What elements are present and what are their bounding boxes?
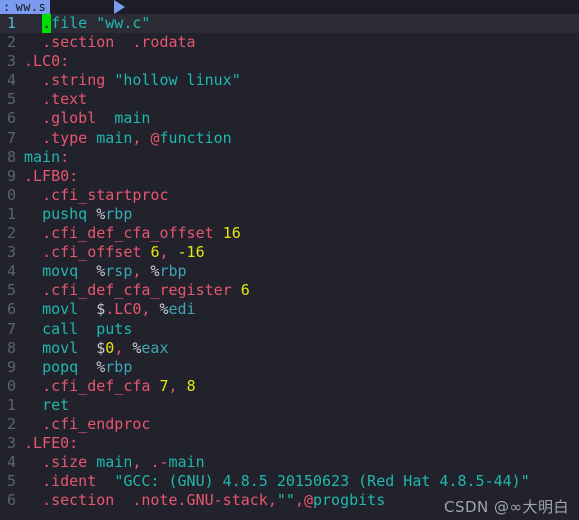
code-line[interactable]: 8 movl $0, %eax bbox=[0, 339, 579, 358]
tab-bar: : ww.s bbox=[0, 0, 579, 14]
code-line[interactable]: 0 .cfi_startproc bbox=[0, 186, 579, 205]
code-line[interactable]: 9 popq %rbp bbox=[0, 358, 579, 377]
code-text[interactable]: call puts bbox=[19, 320, 579, 339]
code-line[interactable]: 4 .string "hollow linux" bbox=[0, 71, 579, 90]
code-text[interactable]: .cfi_def_cfa_register 6 bbox=[19, 281, 579, 300]
code-text[interactable]: movl $.LC0, %edi bbox=[19, 300, 579, 319]
line-number: 9 bbox=[6, 166, 16, 185]
tab-ww-s[interactable]: : ww.s bbox=[0, 0, 51, 14]
line-number: 7 bbox=[6, 128, 16, 147]
code-line[interactable]: 7 .type main, @function bbox=[0, 129, 579, 148]
code-text[interactable]: .size main, .-main bbox=[19, 453, 579, 472]
code-line[interactable]: 2 .section .rodata bbox=[0, 33, 579, 52]
code-text[interactable]: .cfi_startproc bbox=[19, 186, 579, 205]
line-number: 3 bbox=[6, 52, 16, 71]
code-editor[interactable]: 1 .file "ww.c" 2 .section .rodata 3 .LC0: 4 … bbox=[0, 14, 579, 520]
code-line[interactable]: 3 .LFE0: bbox=[0, 434, 579, 453]
line-number: 1 bbox=[6, 395, 16, 414]
code-text[interactable]: .cfi_def_cfa 7, 8 bbox=[19, 377, 579, 396]
tab-label: ww.s bbox=[15, 0, 47, 14]
tab-arrow-icon bbox=[114, 0, 125, 14]
code-line[interactable]: 4 .size main, .-main bbox=[0, 453, 579, 472]
line-number: 6 bbox=[6, 300, 16, 319]
code-line[interactable]: 1 ret bbox=[0, 396, 579, 415]
line-number: 1 bbox=[6, 14, 16, 32]
code-line[interactable]: 1 .file "ww.c" bbox=[0, 14, 579, 34]
line-number: 5 bbox=[6, 281, 16, 300]
line-number: 3 bbox=[6, 434, 16, 453]
line-number: 5 bbox=[6, 90, 16, 109]
code-text[interactable]: .section .note.GNU-stack,"",@progbits bbox=[19, 491, 579, 510]
code-text[interactable]: .string "hollow linux" bbox=[19, 71, 579, 90]
code-line[interactable]: 6 .section .note.GNU-stack,"",@progbits bbox=[0, 491, 579, 510]
line-number: 5 bbox=[6, 472, 16, 491]
code-text[interactable]: .LFB0: bbox=[19, 167, 579, 186]
code-text[interactable]: movq %rsp, %rbp bbox=[19, 262, 579, 281]
line-number: 2 bbox=[6, 33, 16, 52]
code-text[interactable]: .LC0: bbox=[19, 52, 579, 71]
line-number: 0 bbox=[6, 185, 16, 204]
code-line[interactable]: 2 .cfi_def_cfa_offset 16 bbox=[0, 224, 579, 243]
code-text[interactable]: .text bbox=[19, 90, 579, 109]
editor-window: : ww.s 1 .file "ww.c" 2 .section .rodata 3… bbox=[0, 0, 579, 520]
code-text[interactable]: .cfi_endproc bbox=[19, 415, 579, 434]
code-text[interactable]: main: bbox=[19, 148, 579, 167]
code-text[interactable]: movl $0, %eax bbox=[19, 339, 579, 358]
line-number: 2 bbox=[6, 414, 16, 433]
line-number: 9 bbox=[6, 357, 16, 376]
code-text[interactable]: .type main, @function bbox=[19, 129, 579, 148]
code-line[interactable]: 5 .text bbox=[0, 90, 579, 109]
code-line[interactable]: 5 .ident "GCC: (GNU) 4.8.5 20150623 (Red… bbox=[0, 472, 579, 491]
line-number: 1 bbox=[6, 204, 16, 223]
code-line[interactable]: 3 .cfi_offset 6, -16 bbox=[0, 243, 579, 262]
text-cursor: . bbox=[42, 14, 52, 34]
code-text[interactable]: .ident "GCC: (GNU) 4.8.5 20150623 (Red H… bbox=[19, 472, 579, 491]
code-text[interactable]: .file "ww.c" bbox=[19, 14, 579, 34]
line-number: 8 bbox=[6, 147, 16, 166]
code-line[interactable]: 1 pushq %rbp bbox=[0, 205, 579, 224]
line-number: 4 bbox=[6, 262, 16, 281]
line-number: 7 bbox=[6, 319, 16, 338]
code-text[interactable]: .globl main bbox=[19, 109, 579, 128]
code-line[interactable]: 9 .LFB0: bbox=[0, 167, 579, 186]
code-line[interactable]: 8 main: bbox=[0, 148, 579, 167]
code-text[interactable]: pushq %rbp bbox=[19, 205, 579, 224]
code-line[interactable]: 7 call puts bbox=[0, 320, 579, 339]
code-text[interactable]: popq %rbp bbox=[19, 358, 579, 377]
line-number: 6 bbox=[6, 109, 16, 128]
line-number: 8 bbox=[6, 338, 16, 357]
code-line[interactable]: 6 movl $.LC0, %edi bbox=[0, 300, 579, 319]
code-text[interactable]: ret bbox=[19, 396, 579, 415]
code-text[interactable]: .section .rodata bbox=[19, 33, 579, 52]
code-line[interactable]: 3 .LC0: bbox=[0, 52, 579, 71]
code-line[interactable]: 4 movq %rsp, %rbp bbox=[0, 262, 579, 281]
tab-prefix-colon: : bbox=[3, 0, 11, 14]
code-line[interactable]: 2 .cfi_endproc bbox=[0, 415, 579, 434]
line-number: 6 bbox=[6, 491, 16, 510]
code-text[interactable]: .cfi_offset 6, -16 bbox=[19, 243, 579, 262]
line-number: 3 bbox=[6, 243, 16, 262]
line-number: 4 bbox=[6, 71, 16, 90]
line-number: 4 bbox=[6, 453, 16, 472]
code-line[interactable]: 6 .globl main bbox=[0, 109, 579, 128]
code-text[interactable]: .cfi_def_cfa_offset 16 bbox=[19, 224, 579, 243]
code-line[interactable]: 5 .cfi_def_cfa_register 6 bbox=[0, 281, 579, 300]
line-number: 0 bbox=[6, 376, 16, 395]
code-line[interactable]: 0 .cfi_def_cfa 7, 8 bbox=[0, 377, 579, 396]
code-text[interactable]: .LFE0: bbox=[19, 434, 579, 453]
line-number: 2 bbox=[6, 224, 16, 243]
